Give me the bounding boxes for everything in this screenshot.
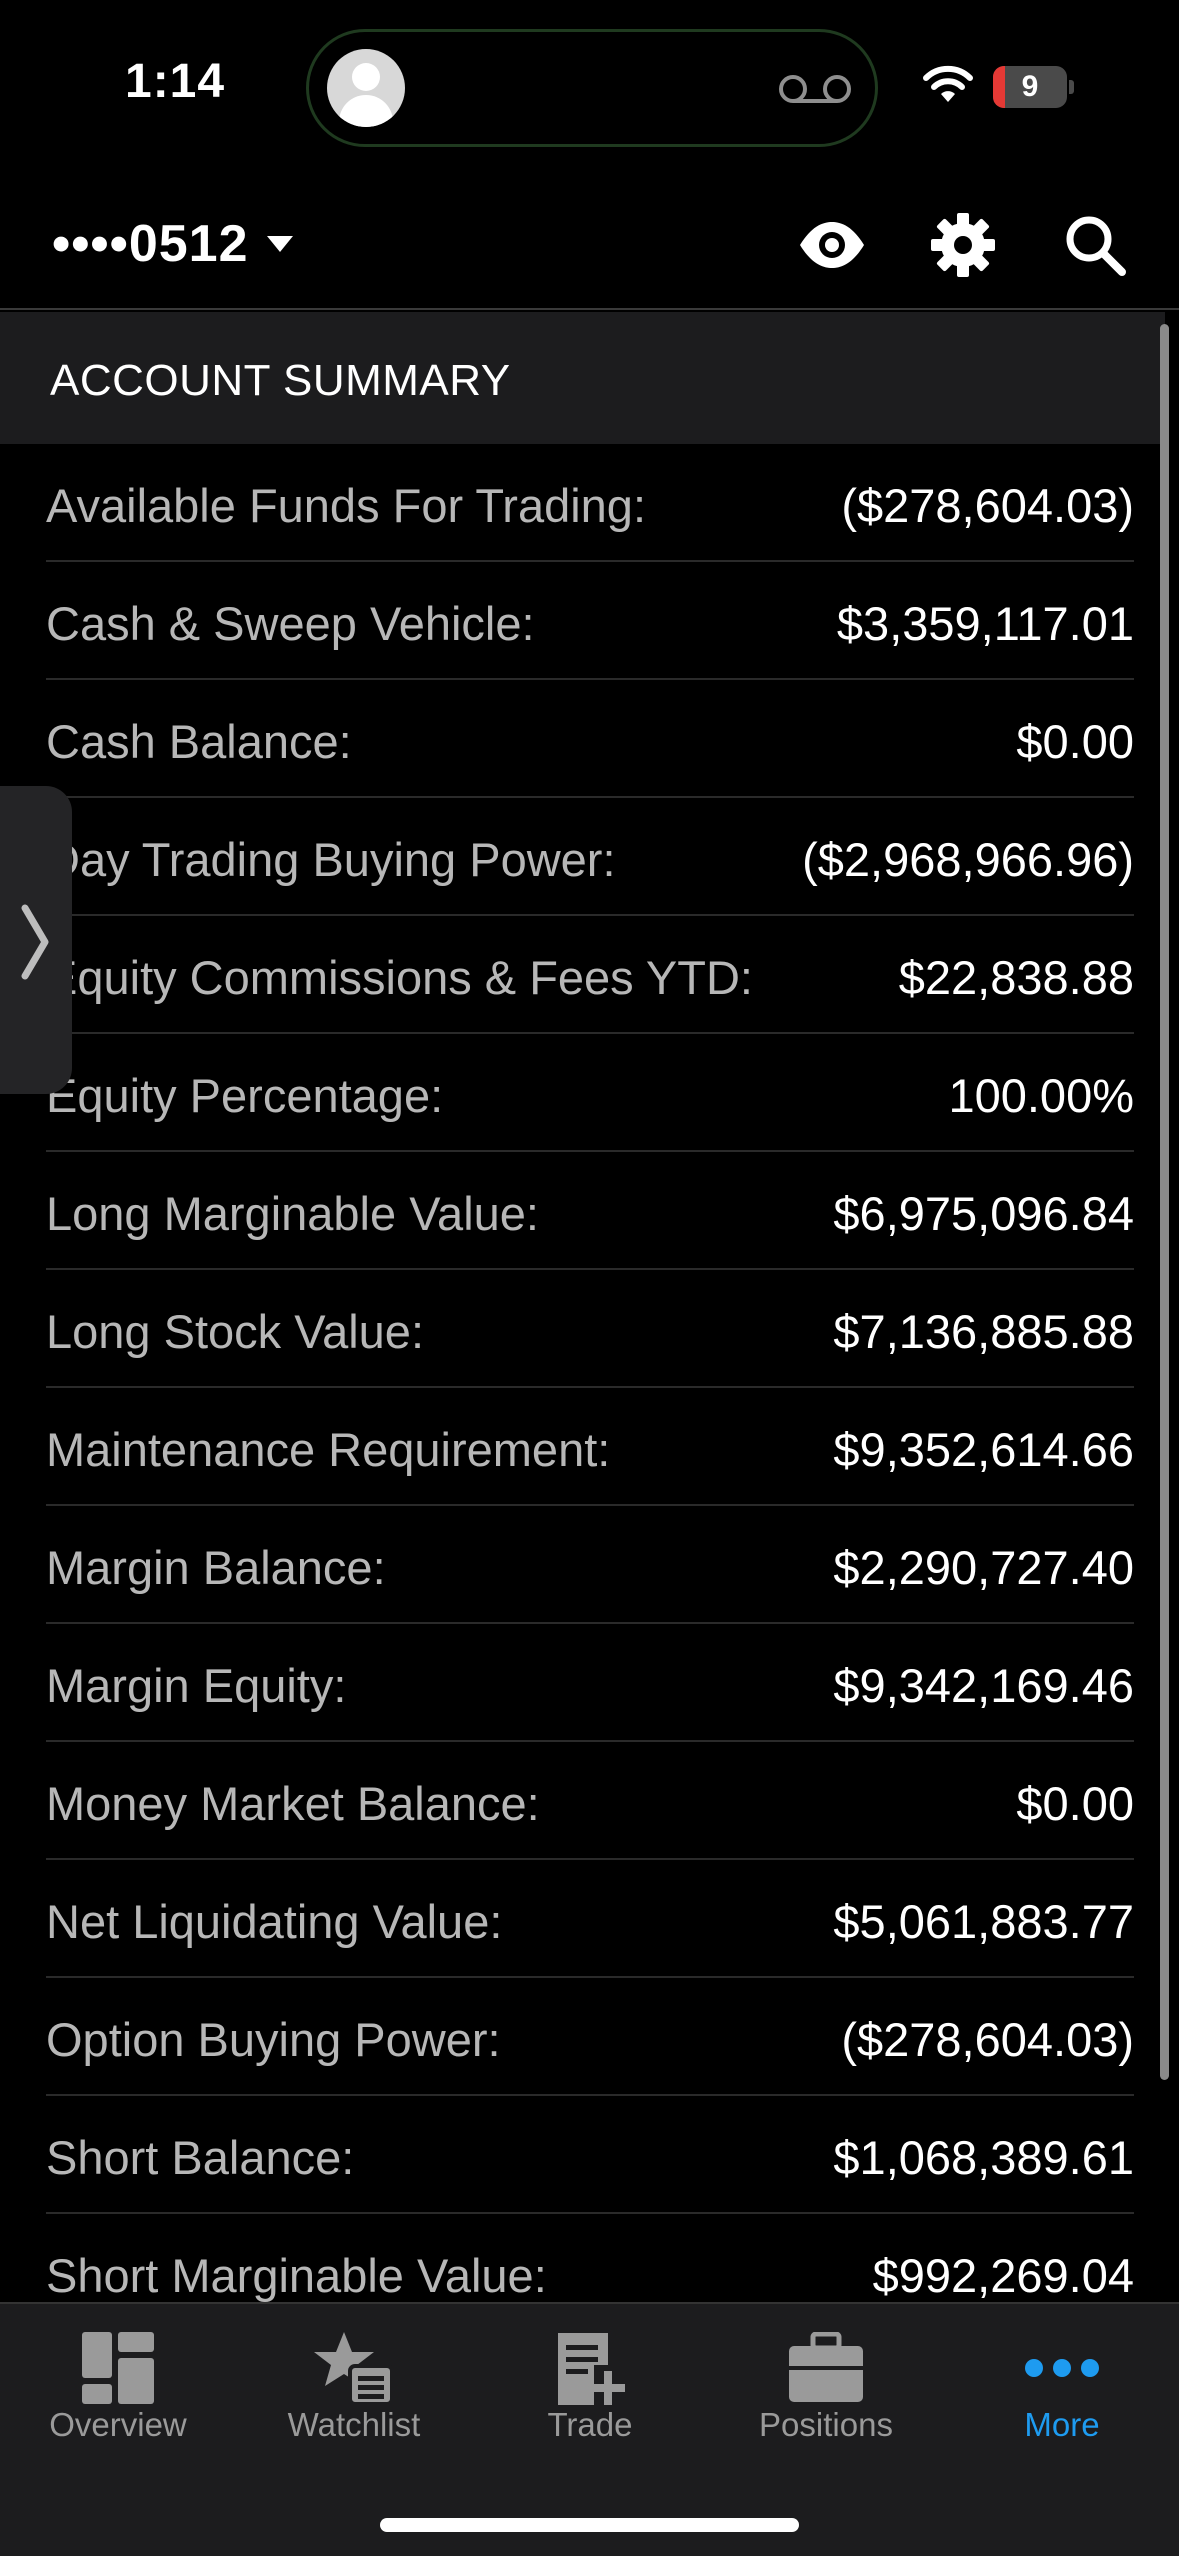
row-value: $9,342,169.46 <box>833 1659 1134 1712</box>
tab-more[interactable]: More <box>944 2304 1179 2474</box>
summary-row-cash-balance: Cash Balance: $0.00 <box>46 680 1134 798</box>
chevron-right-icon <box>21 904 49 980</box>
summary-row-margin-equity: Margin Equity: $9,342,169.46 <box>46 1624 1134 1742</box>
row-value: ($278,604.03) <box>841 2013 1134 2066</box>
row-label: Maintenance Requirement: <box>46 1423 611 1476</box>
row-label: Short Marginable Value: <box>46 2249 547 2302</box>
voicemail-icon <box>779 75 851 103</box>
row-label: Equity Commissions & Fees YTD: <box>46 951 753 1004</box>
row-value: $992,269.04 <box>872 2249 1134 2302</box>
row-label: Equity Percentage: <box>46 1069 444 1122</box>
account-summary-list[interactable]: Available Funds For Trading: ($278,604.0… <box>0 444 1179 2304</box>
account-number: ••••0512 <box>52 215 249 273</box>
section-title: ACCOUNT SUMMARY <box>50 356 511 405</box>
gear-icon[interactable] <box>928 210 998 280</box>
row-value: $1,068,389.61 <box>833 2131 1134 2184</box>
row-label: Margin Balance: <box>46 1541 386 1594</box>
overview-icon <box>82 2332 154 2404</box>
summary-row-day-trading-bp: Day Trading Buying Power: ($2,968,966.96… <box>46 798 1134 916</box>
tab-trade[interactable]: Trade <box>472 2304 708 2474</box>
row-label: Cash & Sweep Vehicle: <box>46 597 535 650</box>
summary-row-equity-percentage: Equity Percentage: 100.00% <box>46 1034 1134 1152</box>
row-value: $22,838.88 <box>898 951 1134 1004</box>
scrollbar[interactable] <box>1160 324 1169 2080</box>
summary-row-commissions-ytd: Equity Commissions & Fees YTD: $22,838.8… <box>46 916 1134 1034</box>
dynamic-island <box>306 29 878 147</box>
trade-icon <box>558 2333 625 2405</box>
summary-row-margin-balance: Margin Balance: $2,290,727.40 <box>46 1506 1134 1624</box>
contact-avatar-icon <box>327 49 405 127</box>
summary-row-cash-sweep: Cash & Sweep Vehicle: $3,359,117.01 <box>46 562 1134 680</box>
row-value: $0.00 <box>1016 1777 1134 1830</box>
row-label: Net Liquidating Value: <box>46 1895 503 1948</box>
row-value: $7,136,885.88 <box>833 1305 1134 1358</box>
row-label: Money Market Balance: <box>46 1777 540 1830</box>
chevron-down-icon <box>266 236 293 252</box>
tab-label: More <box>1024 2406 1100 2443</box>
summary-row-available-funds: Available Funds For Trading: ($278,604.0… <box>46 444 1134 562</box>
summary-row-money-market: Money Market Balance: $0.00 <box>46 1742 1134 1860</box>
search-icon[interactable] <box>1060 210 1130 280</box>
status-bar: 1:14 9 <box>0 0 1179 175</box>
summary-row-maintenance-req: Maintenance Requirement: $9,352,614.66 <box>46 1388 1134 1506</box>
row-value: $9,352,614.66 <box>833 1423 1134 1476</box>
tab-label: Watchlist <box>287 2406 421 2443</box>
tab-label: Trade <box>547 2406 633 2443</box>
battery-icon: 9 <box>993 66 1074 108</box>
status-time: 1:14 <box>125 55 226 108</box>
row-value: $0.00 <box>1016 715 1134 768</box>
summary-row-long-marginable: Long Marginable Value: $6,975,096.84 <box>46 1152 1134 1270</box>
row-value: ($278,604.03) <box>841 479 1134 532</box>
more-icon <box>1025 2359 1099 2377</box>
summary-row-short-marginable: Short Marginable Value: $992,269.04 <box>46 2214 1134 2304</box>
row-value: ($2,968,966.96) <box>802 833 1134 886</box>
account-selector[interactable]: ••••0512 <box>52 212 293 276</box>
tab-overview[interactable]: Overview <box>0 2304 236 2474</box>
summary-row-long-stock: Long Stock Value: $7,136,885.88 <box>46 1270 1134 1388</box>
row-label: Available Funds For Trading: <box>46 479 647 532</box>
summary-row-short-balance: Short Balance: $1,068,389.61 <box>46 2096 1134 2214</box>
row-label: Short Balance: <box>46 2131 355 2184</box>
row-label: Long Marginable Value: <box>46 1187 539 1240</box>
row-value: $3,359,117.01 <box>836 597 1134 650</box>
row-label: Margin Equity: <box>46 1659 347 1712</box>
battery-level: 9 <box>1021 70 1039 103</box>
summary-row-net-liquidating: Net Liquidating Value: $5,061,883.77 <box>46 1860 1134 1978</box>
tab-label: Positions <box>759 2406 893 2443</box>
positions-icon <box>789 2332 863 2402</box>
row-label: Day Trading Buying Power: <box>46 833 616 886</box>
tab-positions[interactable]: Positions <box>708 2304 944 2474</box>
watchlist-icon <box>314 2332 394 2406</box>
account-summary-header: ACCOUNT SUMMARY <box>0 312 1165 444</box>
eye-icon[interactable] <box>797 210 867 280</box>
row-label: Cash Balance: <box>46 715 352 768</box>
side-drawer-toggle[interactable] <box>0 786 72 1094</box>
home-indicator[interactable] <box>380 2518 799 2532</box>
row-value: $2,290,727.40 <box>833 1541 1134 1594</box>
row-value: $5,061,883.77 <box>833 1895 1134 1948</box>
row-label: Option Buying Power: <box>46 2013 501 2066</box>
app-header: ••••0512 <box>0 190 1179 310</box>
row-value: 100.00% <box>948 1069 1134 1122</box>
wifi-icon <box>923 65 973 102</box>
tab-watchlist[interactable]: Watchlist <box>236 2304 472 2474</box>
tab-label: Overview <box>49 2406 187 2443</box>
summary-row-option-bp: Option Buying Power: ($278,604.03) <box>46 1978 1134 2096</box>
row-value: $6,975,096.84 <box>833 1187 1134 1240</box>
row-label: Long Stock Value: <box>46 1305 424 1358</box>
